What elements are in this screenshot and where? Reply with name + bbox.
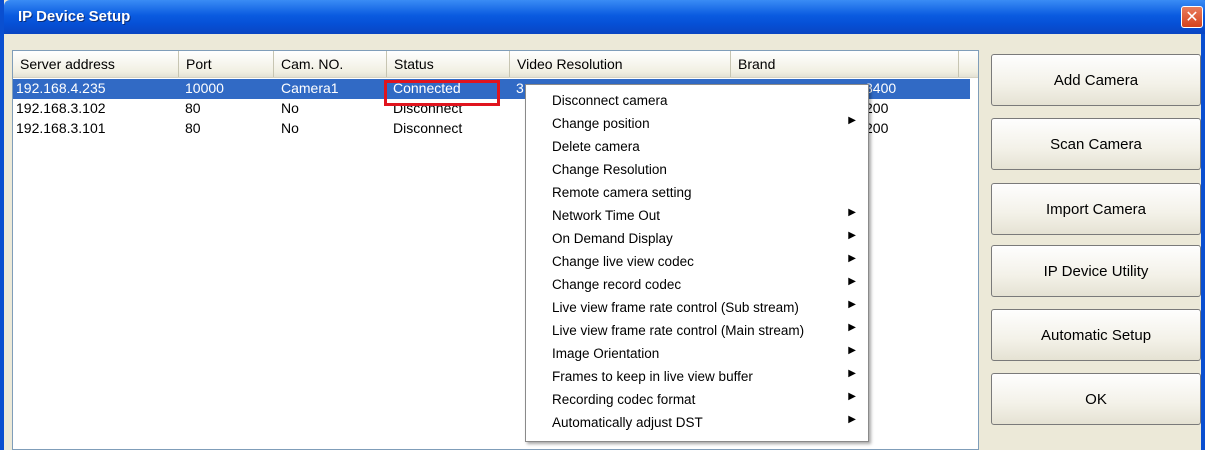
menu-item-label: Disconnect camera — [552, 93, 668, 108]
menu-item-change-live-view-codec[interactable]: Change live view codec ▶ — [526, 250, 868, 273]
submenu-arrow-icon: ▶ — [848, 253, 856, 264]
menu-item-change-resolution[interactable]: Change Resolution — [526, 158, 868, 181]
ip-device-utility-button[interactable]: IP Device Utility — [991, 245, 1201, 297]
cell-cam-no: Camera1 — [281, 80, 339, 96]
cell-server-address: 192.168.4.235 — [16, 80, 106, 96]
menu-item-change-record-codec[interactable]: Change record codec ▶ — [526, 273, 868, 296]
menu-item-label: Change live view codec — [552, 254, 694, 269]
menu-item-frame-rate-sub-stream[interactable]: Live view frame rate control (Sub stream… — [526, 296, 868, 319]
column-header-server-address[interactable]: Server address — [13, 51, 179, 77]
scan-camera-button[interactable]: Scan Camera — [991, 118, 1201, 170]
submenu-arrow-icon: ▶ — [848, 368, 856, 379]
menu-item-label: Live view frame rate control (Main strea… — [552, 323, 805, 338]
list-header: Server address Port Cam. NO. Status Vide… — [13, 51, 978, 78]
menu-item-label: Automatically adjust DST — [552, 415, 703, 430]
ip-device-setup-window: IP Device Setup ✕ Server address Port Ca… — [0, 0, 1205, 450]
status-highlight-box — [384, 80, 500, 106]
menu-item-change-position[interactable]: Change position ▶ — [526, 112, 868, 135]
window-title: IP Device Setup — [18, 8, 131, 25]
import-camera-button[interactable]: Import Camera — [991, 183, 1201, 235]
submenu-arrow-icon: ▶ — [848, 276, 856, 287]
menu-item-disconnect-camera[interactable]: Disconnect camera — [526, 89, 868, 112]
menu-item-image-orientation[interactable]: Image Orientation ▶ — [526, 342, 868, 365]
menu-item-label: On Demand Display — [552, 231, 673, 246]
menu-item-label: Live view frame rate control (Sub stream… — [552, 300, 799, 315]
submenu-arrow-icon: ▶ — [848, 115, 856, 126]
menu-item-network-time-out[interactable]: Network Time Out ▶ — [526, 204, 868, 227]
cell-port: 80 — [185, 120, 201, 136]
cell-video-resolution: 3 — [516, 80, 524, 96]
cell-cam-no: No — [281, 100, 299, 116]
cell-status: Disconnect — [393, 120, 463, 136]
column-header-status[interactable]: Status — [387, 51, 510, 77]
submenu-arrow-icon: ▶ — [848, 299, 856, 310]
column-header-video-resolution[interactable]: Video Resolution — [510, 51, 731, 77]
menu-item-on-demand-display[interactable]: On Demand Display ▶ — [526, 227, 868, 250]
column-header-port[interactable]: Port — [179, 51, 274, 77]
add-camera-button[interactable]: Add Camera — [991, 54, 1201, 106]
automatic-setup-button[interactable]: Automatic Setup — [991, 309, 1201, 361]
submenu-arrow-icon: ▶ — [848, 322, 856, 333]
menu-item-frames-live-view-buffer[interactable]: Frames to keep in live view buffer ▶ — [526, 365, 868, 388]
camera-context-menu: Disconnect camera Change position ▶ Dele… — [525, 84, 869, 442]
menu-item-label: Network Time Out — [552, 208, 661, 223]
close-icon[interactable]: ✕ — [1181, 6, 1203, 28]
submenu-arrow-icon: ▶ — [848, 345, 856, 356]
column-header-cam-no[interactable]: Cam. NO. — [274, 51, 387, 77]
cell-cam-no: No — [281, 120, 299, 136]
menu-item-label: Change position — [552, 116, 650, 131]
menu-item-delete-camera[interactable]: Delete camera — [526, 135, 868, 158]
submenu-arrow-icon: ▶ — [848, 391, 856, 402]
column-header-brand[interactable]: Brand — [731, 51, 959, 77]
cell-brand-partial: 8400 — [865, 80, 897, 96]
cell-server-address: 192.168.3.101 — [16, 120, 106, 136]
menu-item-label: Remote camera setting — [552, 185, 692, 200]
menu-item-label: Change record codec — [552, 277, 682, 292]
ok-button[interactable]: OK — [991, 373, 1201, 425]
menu-item-label: Frames to keep in live view buffer — [552, 369, 753, 384]
cell-port: 80 — [185, 100, 201, 116]
menu-item-label: Delete camera — [552, 139, 640, 154]
menu-item-label: Image Orientation — [552, 346, 660, 361]
title-bar[interactable]: IP Device Setup ✕ — [4, 0, 1205, 34]
menu-item-recording-codec-format[interactable]: Recording codec format ▶ — [526, 388, 868, 411]
cell-server-address: 192.168.3.102 — [16, 100, 106, 116]
cell-port: 10000 — [185, 80, 224, 96]
menu-item-label: Change Resolution — [552, 162, 667, 177]
submenu-arrow-icon: ▶ — [848, 230, 856, 241]
menu-item-remote-camera-setting[interactable]: Remote camera setting — [526, 181, 868, 204]
menu-item-frame-rate-main-stream[interactable]: Live view frame rate control (Main strea… — [526, 319, 868, 342]
submenu-arrow-icon: ▶ — [848, 207, 856, 218]
submenu-arrow-icon: ▶ — [848, 414, 856, 425]
menu-item-auto-adjust-dst[interactable]: Automatically adjust DST ▶ — [526, 411, 868, 434]
menu-item-label: Recording codec format — [552, 392, 696, 407]
